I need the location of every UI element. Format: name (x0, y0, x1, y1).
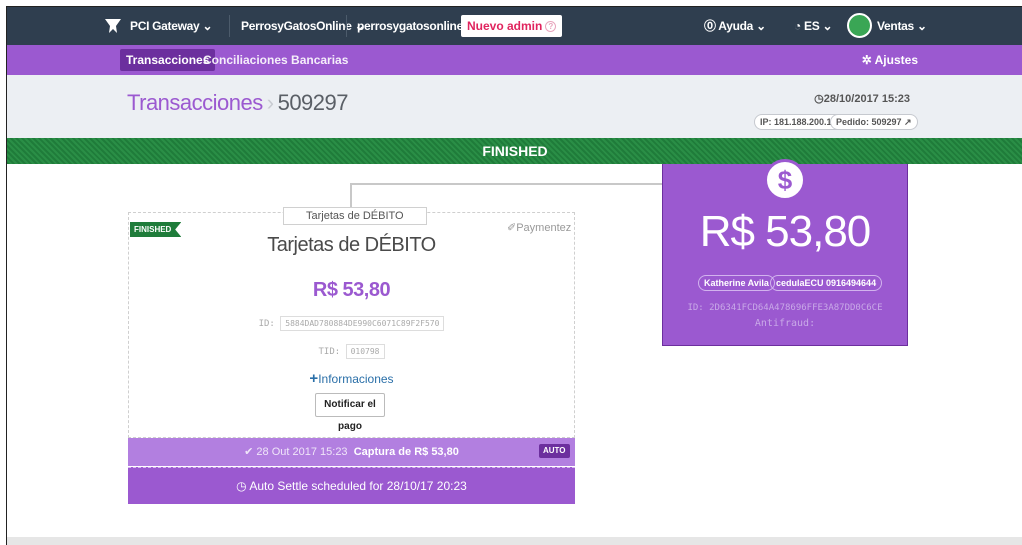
capture-bar: ✔ 28 Out 2017 15:23 Captura de R$ 53,80 (128, 438, 575, 466)
more-info-link[interactable]: +Informaciones (128, 370, 575, 387)
breadcrumb: Transacciones › 509297 (127, 90, 349, 116)
tab-transacciones[interactable]: Transacciones (120, 49, 216, 71)
language-menu[interactable]: ◔ ES ⌄ (794, 7, 833, 45)
chevron-right-icon: › (266, 90, 274, 115)
chevron-down-icon: ⌄ (822, 19, 833, 33)
customer-badge[interactable]: Katherine Avila (698, 275, 775, 291)
breadcrumb-transaction-id: 509297 (277, 90, 349, 115)
sales-menu[interactable]: Ventas ⌄ (877, 7, 927, 45)
id-label: ID: (258, 319, 275, 329)
order-badge[interactable]: Pedido: 509297 ↗ (830, 114, 918, 130)
product-label: PCI Gateway (130, 19, 200, 33)
sales-label: Ventas (877, 19, 914, 33)
product-menu[interactable]: PCI Gateway ⌄ (130, 7, 213, 45)
chevron-down-icon: ⌄ (756, 19, 766, 33)
settings-label: Ajustes (874, 53, 918, 67)
chevron-down-icon: ⌄ (916, 19, 927, 33)
auto-settle-text: Auto Settle scheduled for 28/10/17 20:23 (249, 479, 467, 493)
plus-icon: + (309, 370, 319, 387)
gear-icon: ✲ (861, 53, 872, 67)
merchant-label: PerrosyGatosOnline (241, 19, 352, 33)
payment-method-tag: Tarjetas de DÉBITO (283, 207, 427, 225)
logo-icon[interactable] (104, 17, 122, 35)
page-header: Transacciones › 509297 ◷28/10/2017 15:23 I… (7, 75, 1022, 138)
tab-conciliaciones[interactable]: Conciliaciones Bancarias (203, 49, 348, 71)
external-link-icon: ↗ (904, 117, 912, 127)
card-title: Tarjetas de DÉBITO (267, 234, 436, 256)
id-value: 5884DAD780884DE990C6071C89F2F570 (280, 316, 445, 331)
dollar-icon: $ (764, 159, 806, 201)
notify-payment-button[interactable]: Notificar el pago (315, 393, 385, 432)
status-banner: FINISHED (7, 138, 1022, 164)
summary-amount: R$ 53,80 (699, 207, 872, 256)
globe-small-icon: ◔ (794, 19, 801, 33)
capture-date: 28 Out 2017 15:23 (256, 446, 348, 458)
card-amount: R$ 53,80 (312, 279, 391, 301)
datetime-text: 28/10/2017 15:23 (823, 93, 910, 105)
check-icon: ✔ (244, 446, 254, 458)
clock-icon: ◷ (814, 93, 824, 105)
document-badge: cedulaECU 0916494644 (770, 275, 883, 291)
help-menu[interactable]: ⓪ Ayuda ⌄ (704, 7, 766, 45)
tid-label: TID: (318, 347, 341, 357)
provider-text: Paymentez (516, 222, 572, 234)
antifraud-label: Antifraud: (754, 318, 816, 329)
card-tid-line: TID: 010798 (128, 344, 575, 359)
bottom-divider (7, 537, 1022, 545)
tid-value: 010798 (345, 344, 385, 359)
provider-label: ✐Paymentez (507, 221, 571, 234)
new-admin-badge[interactable]: Nuevo admin? (461, 15, 563, 37)
breadcrumb-transacciones[interactable]: Transacciones (127, 90, 263, 115)
question-circle-icon: ⓪ (704, 19, 716, 33)
capture-text: Captura de R$ 53,80 (353, 446, 459, 458)
auto-badge: AUTO (539, 444, 570, 458)
sub-navbar: Transacciones Conciliaciones Bancarias ✲… (7, 45, 1022, 75)
order-text: Pedido: 509297 (836, 117, 902, 127)
app-frame: PCI Gateway ⌄ PerrosyGatosOnline ⌄ perro… (6, 6, 1022, 545)
account-label: perrosygatosonline (357, 19, 463, 33)
more-info-label: Informaciones (318, 372, 394, 386)
settings-link[interactable]: ✲ Ajustes (862, 49, 918, 71)
help-label: Ayuda (718, 19, 754, 33)
language-label: ES (804, 19, 820, 33)
divider (229, 15, 230, 37)
help-circle-icon: ? (545, 21, 557, 32)
clock-icon: ◷ (236, 479, 247, 493)
connector-line (350, 183, 663, 185)
top-navbar: PCI Gateway ⌄ PerrosyGatosOnline ⌄ perro… (7, 7, 1022, 45)
transaction-datetime: ◷28/10/2017 15:23 (814, 92, 910, 105)
card-id-line: ID: 5884DAD780884DE990C6071C89F2F570 (128, 316, 575, 331)
store-avatar-icon[interactable] (847, 13, 872, 38)
summary-id: ID: 2D6341FCD64A478696FFE3A87DD0C6CE (687, 303, 883, 313)
new-admin-label: Nuevo admin (467, 19, 543, 33)
account-menu[interactable]: perrosygatosonline ⌄ (357, 7, 476, 45)
divider (346, 15, 347, 37)
plug-icon: ✐ (507, 222, 517, 234)
chevron-down-icon: ⌄ (202, 19, 213, 33)
auto-settle-bar: ◷ Auto Settle scheduled for 28/10/17 20:… (128, 467, 575, 504)
